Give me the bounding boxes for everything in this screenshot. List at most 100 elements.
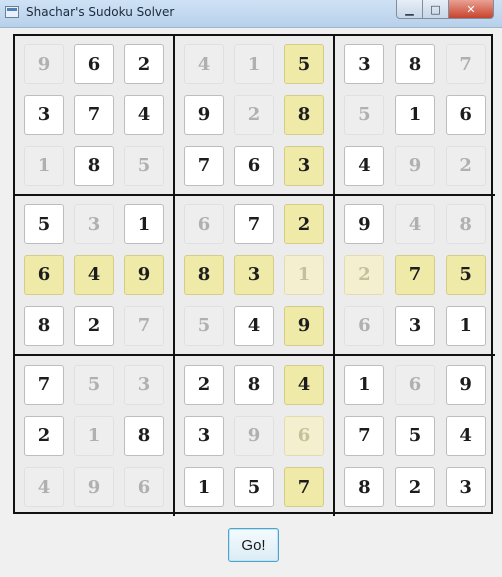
- sudoku-cell[interactable]: 3: [124, 364, 164, 405]
- sudoku-cell[interactable]: 6: [124, 467, 164, 508]
- sudoku-cell[interactable]: 9: [234, 415, 274, 456]
- sudoku-cell[interactable]: 6: [24, 254, 64, 295]
- sudoku-cell[interactable]: 8: [234, 364, 274, 405]
- sudoku-cell[interactable]: 4: [74, 254, 114, 295]
- window-client-area: 9623741854159287633875164925316498276728…: [0, 28, 502, 577]
- go-button[interactable]: Go!: [228, 528, 279, 562]
- sudoku-cell[interactable]: 2: [24, 415, 64, 456]
- sudoku-cell[interactable]: 9: [124, 254, 164, 295]
- sudoku-cell[interactable]: 2: [344, 254, 385, 295]
- window-title: Shachar's Sudoku Solver: [26, 5, 175, 19]
- sudoku-box: 962 374 185: [15, 36, 175, 196]
- sudoku-cell[interactable]: 4: [234, 305, 274, 346]
- sudoku-cell[interactable]: 8: [284, 94, 324, 135]
- sudoku-cell[interactable]: 2: [234, 94, 274, 135]
- sudoku-cell[interactable]: 9: [445, 364, 486, 405]
- sudoku-cell[interactable]: 6: [74, 44, 114, 85]
- sudoku-cell[interactable]: 7: [184, 145, 224, 186]
- minimize-button[interactable]: ▁: [396, 0, 423, 19]
- sudoku-cell[interactable]: 3: [184, 415, 224, 456]
- sudoku-cell[interactable]: 3: [344, 44, 385, 85]
- sudoku-box: 169 754 823: [335, 356, 495, 516]
- window-titlebar: Shachar's Sudoku Solver ▁ □ ✕: [0, 0, 502, 28]
- sudoku-cell[interactable]: 6: [394, 364, 435, 405]
- sudoku-cell[interactable]: 5: [344, 94, 385, 135]
- sudoku-cell[interactable]: 6: [184, 204, 224, 245]
- sudoku-cell[interactable]: 5: [394, 415, 435, 456]
- sudoku-cell[interactable]: 1: [234, 44, 274, 85]
- sudoku-cell[interactable]: 4: [184, 44, 224, 85]
- sudoku-box: 531 649 827: [15, 196, 175, 356]
- sudoku-cell[interactable]: 3: [284, 145, 324, 186]
- sudoku-cell[interactable]: 2: [394, 467, 435, 508]
- close-button[interactable]: ✕: [449, 0, 494, 19]
- sudoku-board: 9623741854159287633875164925316498276728…: [13, 34, 495, 516]
- sudoku-cell[interactable]: 5: [74, 364, 114, 405]
- sudoku-cell[interactable]: 3: [234, 254, 274, 295]
- sudoku-cell[interactable]: 8: [344, 467, 385, 508]
- sudoku-cell[interactable]: 5: [124, 145, 164, 186]
- sudoku-cell[interactable]: 2: [74, 305, 114, 346]
- sudoku-cell[interactable]: 8: [394, 44, 435, 85]
- sudoku-cell[interactable]: 8: [24, 305, 64, 346]
- sudoku-box: 415 928 763: [175, 36, 335, 196]
- sudoku-cell[interactable]: 2: [445, 145, 486, 186]
- sudoku-cell[interactable]: 7: [74, 94, 114, 135]
- sudoku-cell[interactable]: 4: [394, 204, 435, 245]
- sudoku-cell[interactable]: 8: [184, 254, 224, 295]
- sudoku-cell[interactable]: 3: [394, 305, 435, 346]
- sudoku-box: 672 831 549: [175, 196, 335, 356]
- sudoku-cell[interactable]: 7: [284, 467, 324, 508]
- sudoku-cell[interactable]: 5: [184, 305, 224, 346]
- sudoku-cell[interactable]: 3: [445, 467, 486, 508]
- sudoku-cell[interactable]: 8: [74, 145, 114, 186]
- sudoku-cell[interactable]: 8: [124, 415, 164, 456]
- sudoku-cell[interactable]: 1: [394, 94, 435, 135]
- sudoku-cell[interactable]: 9: [284, 305, 324, 346]
- sudoku-box: 753 218 496: [15, 356, 175, 516]
- sudoku-cell[interactable]: 5: [284, 44, 324, 85]
- sudoku-cell[interactable]: 5: [24, 204, 64, 245]
- sudoku-cell[interactable]: 2: [284, 204, 324, 245]
- sudoku-cell[interactable]: 6: [284, 415, 324, 456]
- sudoku-box: 284 396 157: [175, 356, 335, 516]
- sudoku-cell[interactable]: 6: [445, 94, 486, 135]
- sudoku-box: 948 275 631: [335, 196, 495, 356]
- sudoku-cell[interactable]: 7: [344, 415, 385, 456]
- sudoku-cell[interactable]: 6: [234, 145, 274, 186]
- sudoku-cell[interactable]: 4: [24, 467, 64, 508]
- sudoku-cell[interactable]: 1: [124, 204, 164, 245]
- sudoku-cell[interactable]: 9: [394, 145, 435, 186]
- sudoku-cell[interactable]: 2: [184, 364, 224, 405]
- sudoku-cell[interactable]: 7: [234, 204, 274, 245]
- sudoku-cell[interactable]: 5: [445, 254, 486, 295]
- sudoku-cell[interactable]: 9: [344, 204, 385, 245]
- sudoku-cell[interactable]: 1: [74, 415, 114, 456]
- sudoku-cell[interactable]: 2: [124, 44, 164, 85]
- sudoku-cell[interactable]: 9: [24, 44, 64, 85]
- sudoku-box: 387 516 492: [335, 36, 495, 196]
- sudoku-cell[interactable]: 3: [24, 94, 64, 135]
- app-icon: [5, 6, 19, 18]
- sudoku-cell[interactable]: 1: [445, 305, 486, 346]
- sudoku-cell[interactable]: 4: [445, 415, 486, 456]
- sudoku-cell[interactable]: 7: [24, 364, 64, 405]
- maximize-button[interactable]: □: [423, 0, 449, 19]
- sudoku-cell[interactable]: 8: [445, 204, 486, 245]
- window-controls: ▁ □ ✕: [396, 0, 494, 19]
- sudoku-cell[interactable]: 1: [184, 467, 224, 508]
- sudoku-cell[interactable]: 6: [344, 305, 385, 346]
- sudoku-cell[interactable]: 7: [124, 305, 164, 346]
- sudoku-cell[interactable]: 7: [394, 254, 435, 295]
- sudoku-cell[interactable]: 7: [445, 44, 486, 85]
- sudoku-cell[interactable]: 9: [74, 467, 114, 508]
- sudoku-cell[interactable]: 5: [234, 467, 274, 508]
- sudoku-cell[interactable]: 1: [344, 364, 385, 405]
- sudoku-cell[interactable]: 4: [344, 145, 385, 186]
- sudoku-cell[interactable]: 3: [74, 204, 114, 245]
- sudoku-cell[interactable]: 1: [284, 254, 324, 295]
- sudoku-cell[interactable]: 9: [184, 94, 224, 135]
- sudoku-cell[interactable]: 4: [124, 94, 164, 135]
- sudoku-cell[interactable]: 4: [284, 364, 324, 405]
- sudoku-cell[interactable]: 1: [24, 145, 64, 186]
